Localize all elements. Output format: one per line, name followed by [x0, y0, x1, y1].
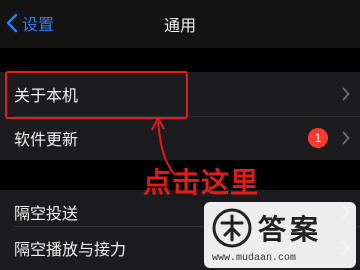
update-badge: 1 [308, 128, 328, 148]
settings-group-airdrop: 隔空投送 隔空播放与接力 [0, 190, 360, 270]
settings-row-label: 隔空播放与接力 [14, 240, 127, 259]
settings-row-label: 软件更新 [14, 130, 79, 149]
settings-row-about[interactable]: 关于本机 [0, 72, 360, 116]
settings-row-label: 关于本机 [14, 86, 79, 105]
settings-row-airplay-handoff[interactable]: 隔空播放与接力 [0, 226, 360, 270]
chevron-right-icon [342, 87, 350, 101]
page-title: 通用 [163, 16, 196, 35]
settings-row-software-update[interactable]: 软件更新 1 [0, 116, 360, 160]
chevron-right-icon [342, 131, 350, 145]
annotation-text: 点击这里 [143, 166, 260, 199]
settings-row-label: 隔空投送 [14, 204, 79, 223]
chevron-right-icon [342, 205, 350, 219]
chevron-right-icon [342, 241, 350, 255]
settings-group-about: 关于本机 软件更新 1 [0, 72, 360, 160]
navigation-bar: 设置 通用 [0, 0, 360, 48]
